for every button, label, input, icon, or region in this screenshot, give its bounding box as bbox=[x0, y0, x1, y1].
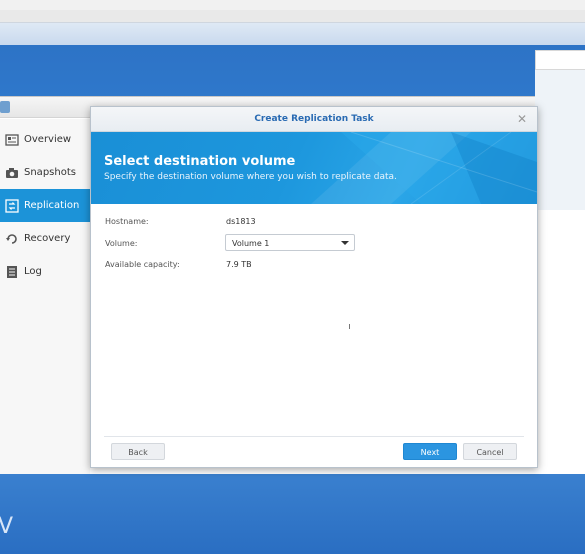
sidebar-item-replication[interactable]: Replication bbox=[0, 189, 90, 222]
sidebar-item-recovery[interactable]: Recovery bbox=[0, 222, 90, 255]
desktop-taskbar-area bbox=[0, 474, 585, 554]
desktop-label: V bbox=[0, 514, 14, 539]
back-button[interactable]: Back bbox=[111, 443, 165, 460]
browser-toolbar bbox=[0, 10, 585, 23]
banner-title: Select destination volume bbox=[104, 154, 296, 169]
chevron-down-icon bbox=[341, 241, 349, 245]
sidebar-item-label: Overview bbox=[24, 134, 72, 145]
sidebar-item-overview[interactable]: Overview bbox=[0, 123, 90, 156]
mouse-cursor bbox=[349, 324, 353, 329]
volume-select-value: Volume 1 bbox=[232, 239, 270, 248]
sidebar-item-label: Recovery bbox=[24, 233, 71, 244]
background-search-field bbox=[535, 50, 585, 70]
background-content-panel bbox=[535, 70, 585, 210]
camera-icon bbox=[5, 166, 19, 180]
desktop-header bbox=[0, 23, 585, 45]
capacity-label: Available capacity: bbox=[105, 260, 180, 269]
sidebar-item-log[interactable]: Log bbox=[0, 255, 90, 288]
app-logo-icon bbox=[0, 101, 10, 113]
overview-icon bbox=[5, 133, 19, 147]
volume-select[interactable]: Volume 1 bbox=[225, 234, 355, 251]
sidebar-item-label: Replication bbox=[24, 200, 80, 211]
create-replication-task-dialog: Create Replication Task ✕ Select destina… bbox=[90, 106, 538, 468]
footer-divider bbox=[104, 436, 524, 437]
close-icon[interactable]: ✕ bbox=[517, 112, 527, 126]
wizard-banner: Select destination volume Specify the de… bbox=[91, 132, 537, 204]
next-button[interactable]: Next bbox=[403, 443, 457, 460]
hostname-value: ds1813 bbox=[226, 217, 256, 226]
replication-icon bbox=[5, 198, 19, 213]
sidebar-item-label: Log bbox=[24, 266, 42, 277]
volume-label: Volume: bbox=[105, 239, 138, 248]
banner-subtitle: Specify the destination volume where you… bbox=[104, 172, 397, 182]
log-icon bbox=[5, 265, 19, 279]
dialog-title: Create Replication Task bbox=[91, 107, 537, 132]
sidebar-item-snapshots[interactable]: Snapshots bbox=[0, 156, 90, 189]
capacity-value: 7.9 TB bbox=[226, 260, 252, 269]
sidebar-item-label: Snapshots bbox=[24, 167, 76, 178]
recovery-icon bbox=[5, 232, 19, 246]
hostname-label: Hostname: bbox=[105, 217, 149, 226]
desktop-background bbox=[0, 45, 585, 100]
cancel-button[interactable]: Cancel bbox=[463, 443, 517, 460]
sidebar: Overview Snapshots Replication Recovery … bbox=[0, 119, 90, 475]
